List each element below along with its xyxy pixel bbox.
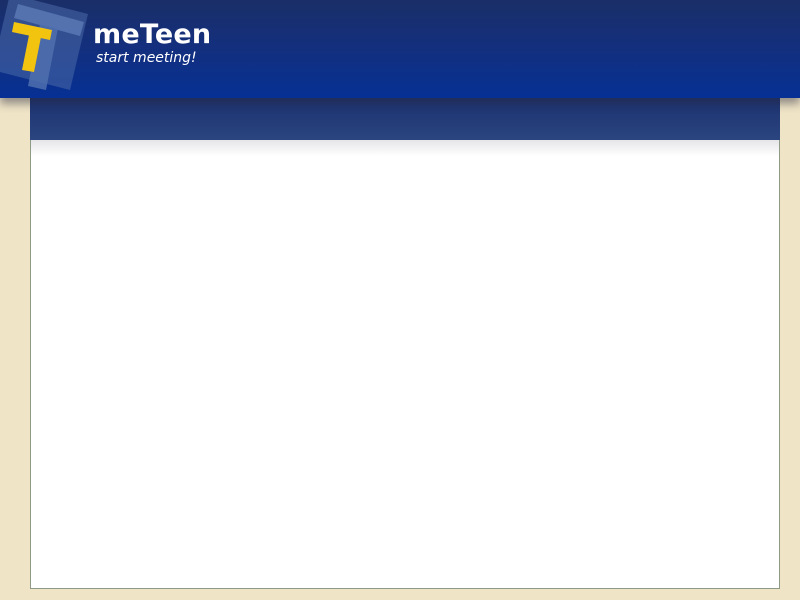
app-header: meTeen start meeting! xyxy=(0,0,800,98)
navigation-bar xyxy=(30,98,780,140)
content-panel-shadow xyxy=(31,140,779,156)
app-tagline: start meeting! xyxy=(96,50,197,66)
content-panel xyxy=(30,140,780,589)
app-name[interactable]: meTeen xyxy=(93,19,211,51)
t-logo-icon[interactable] xyxy=(0,0,90,98)
